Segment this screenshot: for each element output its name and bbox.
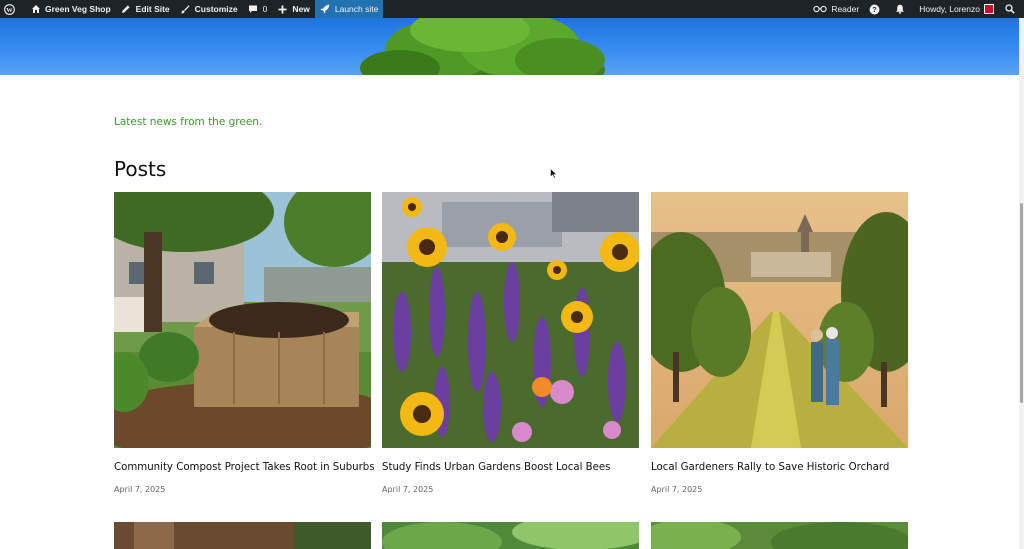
post-card[interactable]: Study Finds Urban Gardens Boost Local Be… — [382, 192, 639, 494]
post-image-orchard[interactable] — [651, 192, 908, 448]
customize-button[interactable]: Customize — [175, 0, 243, 18]
notifications-button[interactable] — [889, 0, 914, 18]
post-image-next-3[interactable] — [651, 522, 908, 549]
page-scrollbar[interactable] — [1019, 18, 1024, 549]
new-label: New — [292, 4, 310, 14]
site-name-label: Green Veg Shop — [45, 4, 111, 14]
search-icon — [1004, 4, 1015, 15]
comments-button[interactable]: 0 — [243, 0, 273, 18]
home-icon — [30, 4, 41, 15]
post-image-next-2[interactable] — [382, 522, 639, 549]
glasses-icon — [813, 4, 827, 15]
comments-count: 0 — [262, 4, 268, 14]
wordpress-icon: W — [4, 3, 15, 15]
svg-text:?: ? — [872, 5, 877, 14]
edit-site-label: Edit Site — [135, 4, 170, 14]
post-date: April 7, 2025 — [651, 485, 703, 494]
mouse-cursor-icon — [550, 168, 558, 179]
help-button[interactable]: ? — [864, 0, 889, 18]
scrollbar-thumb[interactable] — [1020, 203, 1023, 403]
reader-button[interactable]: Reader — [808, 0, 864, 18]
launch-site-button[interactable]: Launch site — [314, 0, 384, 18]
post-date: April 7, 2025 — [114, 485, 166, 494]
admin-bar: W Green Veg Shop Edit Site Customize 0 N… — [0, 0, 1024, 18]
post-image-next-1[interactable] — [114, 522, 371, 549]
rocket-icon — [320, 4, 331, 15]
bell-icon — [894, 4, 905, 15]
hero-image — [0, 18, 1019, 75]
search-button[interactable] — [999, 0, 1024, 18]
section-title: Posts — [114, 157, 167, 181]
customize-label: Customize — [194, 4, 238, 14]
launch-site-label: Launch site — [334, 4, 379, 14]
howdy-label: Howdy, Lorenzo — [919, 4, 980, 14]
post-title[interactable]: Community Compost Project Takes Root in … — [114, 462, 382, 473]
post-title[interactable]: Study Finds Urban Gardens Boost Local Be… — [382, 462, 650, 473]
plus-icon — [277, 4, 288, 15]
reader-label: Reader — [831, 4, 860, 14]
account-menu[interactable]: Howdy, Lorenzo — [914, 0, 999, 18]
post-card[interactable]: Local Gardeners Rally to Save Historic O… — [651, 192, 908, 494]
site-name-menu[interactable]: Green Veg Shop — [25, 0, 116, 18]
new-content-button[interactable]: New — [272, 0, 314, 18]
comment-icon — [248, 4, 259, 15]
post-image-urban-garden[interactable] — [382, 192, 639, 448]
svg-text:W: W — [6, 6, 13, 13]
avatar — [984, 4, 994, 14]
pencil-icon — [121, 4, 132, 15]
post-image-compost[interactable] — [114, 192, 371, 448]
post-title[interactable]: Local Gardeners Rally to Save Historic O… — [651, 462, 919, 473]
post-card[interactable]: Community Compost Project Takes Root in … — [114, 192, 375, 494]
edit-site-button[interactable]: Edit Site — [116, 0, 175, 18]
help-icon: ? — [869, 4, 880, 15]
tagline: Latest news from the green. — [114, 116, 263, 128]
wordpress-logo-button[interactable]: W — [0, 0, 25, 18]
post-date: April 7, 2025 — [382, 485, 434, 494]
brush-icon — [180, 4, 191, 15]
